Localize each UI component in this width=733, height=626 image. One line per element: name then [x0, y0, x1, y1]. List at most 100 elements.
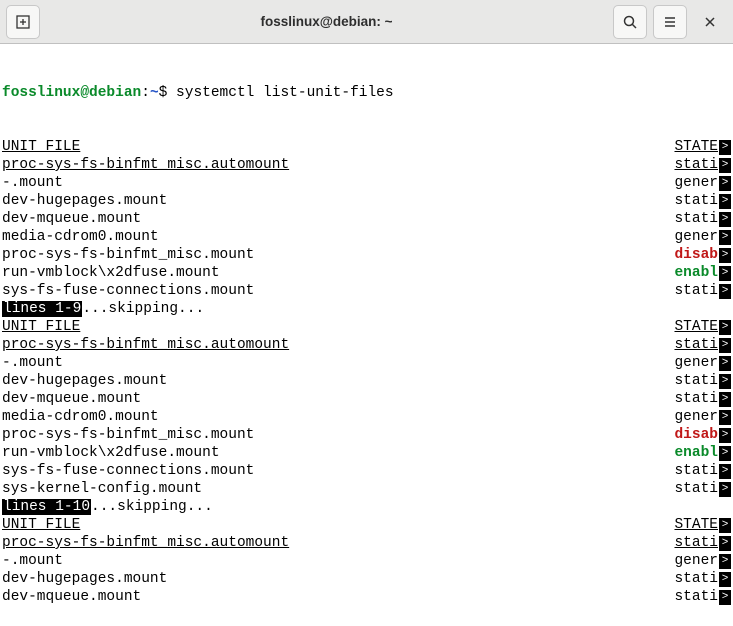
truncation-arrow-icon: > — [719, 140, 731, 155]
truncation-arrow-icon: > — [719, 248, 731, 263]
header-state: STATE — [674, 516, 718, 534]
unit-row: proc-sys-fs-binfmt_misc.automountstati> — [2, 336, 731, 354]
unit-state: stati — [674, 570, 718, 588]
truncation-arrow-icon: > — [719, 464, 731, 479]
truncation-arrow-icon: > — [719, 338, 731, 353]
unit-file-name: -.mount — [2, 354, 63, 372]
window-title: fosslinux@debian: ~ — [46, 14, 607, 29]
search-icon — [622, 14, 638, 30]
unit-state: stati — [674, 480, 718, 498]
close-button[interactable] — [693, 5, 727, 39]
truncation-arrow-icon: > — [719, 230, 731, 245]
titlebar: fosslinux@debian: ~ — [0, 0, 733, 44]
unit-file-name: dev-mqueue.mount — [2, 390, 141, 408]
truncation-arrow-icon: > — [719, 410, 731, 425]
unit-row: media-cdrom0.mountgener> — [2, 228, 731, 246]
unit-file-name: proc-sys-fs-binfmt_misc.automount — [2, 156, 289, 174]
unit-file-name: dev-mqueue.mount — [2, 588, 141, 606]
unit-state: stati — [674, 390, 718, 408]
command-text: systemctl list-unit-files — [176, 85, 394, 101]
unit-file-name: proc-sys-fs-binfmt_misc.mount — [2, 426, 254, 444]
prompt-line: fosslinux@debian:~$ systemctl list-unit-… — [2, 84, 731, 102]
unit-file-name: proc-sys-fs-binfmt_misc.automount — [2, 534, 289, 552]
unit-file-name: dev-hugepages.mount — [2, 192, 167, 210]
truncation-arrow-icon: > — [719, 284, 731, 299]
new-tab-icon — [15, 14, 31, 30]
unit-state: gener — [674, 552, 718, 570]
unit-state: stati — [674, 588, 718, 606]
unit-state: gener — [674, 354, 718, 372]
truncation-arrow-icon: > — [719, 554, 731, 569]
unit-file-name: sys-fs-fuse-connections.mount — [2, 462, 254, 480]
prompt-user-host: fosslinux@debian — [2, 85, 141, 101]
header-unit-file: UNIT FILE — [2, 516, 80, 534]
unit-row: -.mount gener> — [2, 354, 731, 372]
unit-state: stati — [674, 462, 718, 480]
truncation-arrow-icon: > — [719, 536, 731, 551]
unit-row: proc-sys-fs-binfmt_misc.automount stati> — [2, 534, 731, 552]
unit-row: sys-fs-fuse-connections.mount stati> — [2, 462, 731, 480]
truncation-arrow-icon: > — [719, 176, 731, 191]
unit-state: stati — [674, 282, 718, 300]
pager-position: lines 1-10 — [2, 499, 91, 515]
unit-state: enabl — [674, 264, 718, 282]
unit-row: run-vmblock\x2dfuse.mountenabl> — [2, 444, 731, 462]
truncation-arrow-icon: > — [719, 356, 731, 371]
unit-state: stati — [674, 534, 718, 552]
column-header: UNIT FILE STATE> — [2, 138, 731, 156]
unit-state: disab — [674, 426, 718, 444]
unit-row: sys-kernel-config.mountstati> — [2, 480, 731, 498]
unit-file-name: dev-hugepages.mount — [2, 570, 167, 588]
truncation-arrow-icon: > — [719, 194, 731, 209]
pager-status: lines 1-10...skipping... — [2, 498, 731, 516]
truncation-arrow-icon: > — [719, 374, 731, 389]
unit-file-name: -.mount — [2, 552, 63, 570]
unit-state: gener — [674, 228, 718, 246]
unit-row: -.mount gener> — [2, 552, 731, 570]
header-state: STATE — [674, 138, 718, 156]
terminal-output[interactable]: fosslinux@debian:~$ systemctl list-unit-… — [0, 44, 733, 626]
pager-status: lines 1-9...skipping... — [2, 300, 731, 318]
header-state: STATE — [674, 318, 718, 336]
unit-row: dev-mqueue.mount stati> — [2, 210, 731, 228]
truncation-arrow-icon: > — [719, 428, 731, 443]
unit-row: dev-hugepages.mount stati> — [2, 570, 731, 588]
titlebar-right — [613, 5, 727, 39]
unit-file-name: run-vmblock\x2dfuse.mount — [2, 444, 220, 462]
truncation-arrow-icon: > — [719, 572, 731, 587]
unit-state: enabl — [674, 444, 718, 462]
unit-row: dev-hugepages.mountstati> — [2, 372, 731, 390]
unit-row: media-cdrom0.mountgener> — [2, 408, 731, 426]
unit-file-name: -.mount — [2, 174, 63, 192]
unit-state: stati — [674, 156, 718, 174]
unit-row: dev-mqueue.mount stati> — [2, 390, 731, 408]
unit-state: gener — [674, 174, 718, 192]
close-icon — [703, 15, 717, 29]
truncation-arrow-icon: > — [719, 482, 731, 497]
truncation-arrow-icon: > — [719, 320, 731, 335]
unit-state: stati — [674, 372, 718, 390]
header-unit-file: UNIT FILE — [2, 138, 80, 156]
unit-file-name: dev-mqueue.mount — [2, 210, 141, 228]
new-tab-button[interactable] — [6, 5, 40, 39]
column-header: UNIT FILE STATE> — [2, 318, 731, 336]
unit-row: dev-mqueue.mountstati> — [2, 588, 731, 606]
unit-state: disab — [674, 246, 718, 264]
truncation-arrow-icon: > — [719, 266, 731, 281]
unit-file-name: proc-sys-fs-binfmt_misc.automount — [2, 336, 289, 354]
header-unit-file: UNIT FILE — [2, 318, 80, 336]
unit-row: dev-hugepages.mount stati> — [2, 192, 731, 210]
prompt-path: ~ — [150, 85, 159, 101]
unit-state: stati — [674, 210, 718, 228]
truncation-arrow-icon: > — [719, 158, 731, 173]
hamburger-icon — [662, 14, 678, 30]
pager-position: lines 1-9 — [2, 301, 82, 317]
search-button[interactable] — [613, 5, 647, 39]
truncation-arrow-icon: > — [719, 212, 731, 227]
unit-state: stati — [674, 192, 718, 210]
unit-row: sys-fs-fuse-connections.mountstati> — [2, 282, 731, 300]
unit-file-name: media-cdrom0.mount — [2, 408, 159, 426]
unit-row: run-vmblock\x2dfuse.mountenabl> — [2, 264, 731, 282]
menu-button[interactable] — [653, 5, 687, 39]
truncation-arrow-icon: > — [719, 392, 731, 407]
